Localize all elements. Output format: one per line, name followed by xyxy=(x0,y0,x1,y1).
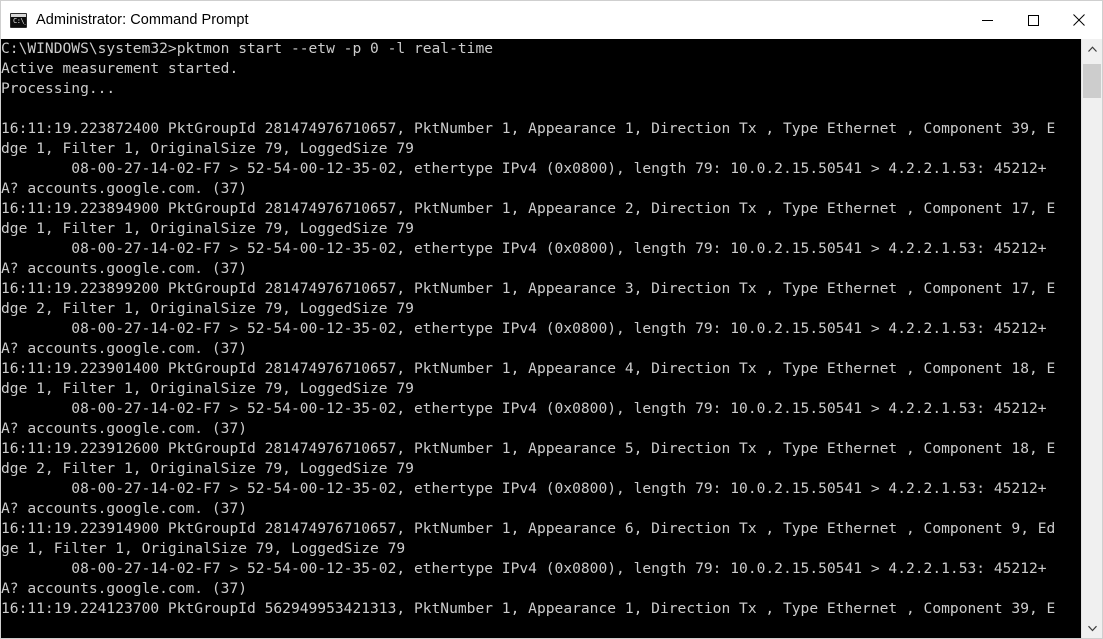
console-line: 08-00-27-14-02-F7 > 52-54-00-12-35-02, e… xyxy=(1,240,1047,257)
minimize-icon xyxy=(981,19,993,21)
console-line: ge 1, Filter 1, OriginalSize 79, LoggedS… xyxy=(1,540,406,557)
console-line: A? accounts.google.com. (37) xyxy=(1,260,248,277)
scroll-up-button[interactable] xyxy=(1082,39,1102,59)
console-line: C:\WINDOWS\system32>pktmon start --etw -… xyxy=(1,40,494,57)
title-bar[interactable]: C:\_ Administrator: Command Prompt xyxy=(0,0,1103,39)
chevron-down-icon xyxy=(1087,625,1097,631)
console-line: dge 2, Filter 1, OriginalSize 79, Logged… xyxy=(1,300,414,317)
console-line: A? accounts.google.com. (37) xyxy=(1,420,248,437)
scrollbar-track[interactable] xyxy=(1082,59,1102,618)
console-line: 16:11:19.223899200 PktGroupId 2814749767… xyxy=(1,280,1056,297)
cmd-icon-glyph: C:\_ xyxy=(13,16,27,25)
console-line: dge 1, Filter 1, OriginalSize 79, Logged… xyxy=(1,140,414,157)
console-line: 08-00-27-14-02-F7 > 52-54-00-12-35-02, e… xyxy=(1,320,1047,337)
minimize-button[interactable] xyxy=(964,1,1010,39)
console-line: Active measurement started. xyxy=(1,60,239,77)
console-line: 16:11:19.223901400 PktGroupId 2814749767… xyxy=(1,360,1056,377)
console-line: A? accounts.google.com. (37) xyxy=(1,500,248,517)
console-area: C:\WINDOWS\system32>pktmon start --etw -… xyxy=(0,39,1103,639)
console-line: A? accounts.google.com. (37) xyxy=(1,340,248,357)
console-line: dge 2, Filter 1, OriginalSize 79, Logged… xyxy=(1,460,414,477)
console-text: C:\WINDOWS\system32>pktmon start --etw -… xyxy=(1,39,1055,619)
scrollbar-thumb[interactable] xyxy=(1083,64,1101,98)
console-line: 08-00-27-14-02-F7 > 52-54-00-12-35-02, e… xyxy=(1,160,1047,177)
command-prompt-window: C:\_ Administrator: Command Prompt C:\WI… xyxy=(0,0,1103,639)
console-line: 08-00-27-14-02-F7 > 52-54-00-12-35-02, e… xyxy=(1,400,1047,417)
vertical-scrollbar[interactable] xyxy=(1081,39,1102,638)
title-bar-left: C:\_ Administrator: Command Prompt xyxy=(1,1,964,39)
console-output[interactable]: C:\WINDOWS\system32>pktmon start --etw -… xyxy=(1,39,1081,638)
maximize-icon xyxy=(1027,14,1039,26)
maximize-button[interactable] xyxy=(1010,1,1056,39)
console-line: 16:11:19.223914900 PktGroupId 2814749767… xyxy=(1,520,1056,537)
console-line: 08-00-27-14-02-F7 > 52-54-00-12-35-02, e… xyxy=(1,480,1047,497)
window-title: Administrator: Command Prompt xyxy=(36,12,249,28)
console-line: 08-00-27-14-02-F7 > 52-54-00-12-35-02, e… xyxy=(1,560,1047,577)
console-line: 16:11:19.223872400 PktGroupId 2814749767… xyxy=(1,120,1056,137)
scroll-down-button[interactable] xyxy=(1082,618,1102,638)
close-button[interactable] xyxy=(1056,1,1102,39)
window-controls xyxy=(964,1,1102,39)
console-line: dge 1, Filter 1, OriginalSize 79, Logged… xyxy=(1,220,414,237)
console-line: 16:11:19.223894900 PktGroupId 2814749767… xyxy=(1,200,1056,217)
console-line: A? accounts.google.com. (37) xyxy=(1,580,248,597)
console-line: 16:11:19.223912600 PktGroupId 2814749767… xyxy=(1,440,1056,457)
console-line: 16:11:19.224123700 PktGroupId 5629499534… xyxy=(1,600,1056,617)
chevron-up-icon xyxy=(1087,45,1097,52)
close-icon xyxy=(1073,14,1085,26)
console-line: Processing... xyxy=(1,80,116,97)
cmd-icon: C:\_ xyxy=(10,12,27,28)
console-line: dge 1, Filter 1, OriginalSize 79, Logged… xyxy=(1,380,414,397)
console-line: A? accounts.google.com. (37) xyxy=(1,180,248,197)
